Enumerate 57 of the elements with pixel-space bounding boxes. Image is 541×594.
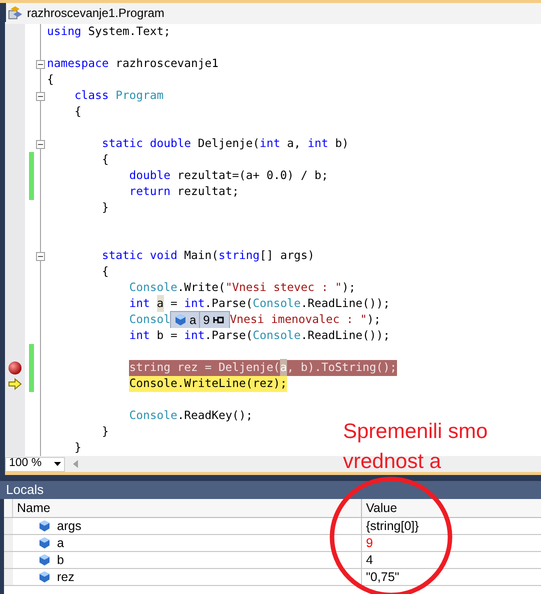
variable-name: args [57,518,82,535]
code-text: int b = int.Parse(Console.ReadLine()); [129,328,390,344]
code-text: } [74,440,82,456]
code-text: static double Deljenje(int a, int b) [102,136,349,152]
annotation-text: Spremenili smo vrednost a [343,419,488,475]
datatip-name: a [189,312,196,329]
code-text: } [102,424,109,440]
code-text: Console.WriteLine(rez); [129,376,288,392]
row-gutter [4,552,13,568]
code-text: { [74,104,82,120]
code-text: Consol [129,312,170,328]
cube-icon [39,554,50,566]
document-tab[interactable]: razhroscevanje1.Program [6,3,541,22]
row-gutter [4,569,13,585]
column-header[interactable]: Name [13,499,362,517]
variable-value: 9 [366,534,373,552]
scroll-left-icon[interactable] [73,460,78,468]
cube-icon [39,537,50,549]
code-text: namespace razhroscevanje1 [47,56,218,72]
glyph-margin[interactable] [5,376,25,392]
code-text: int a = int.Parse(Console.ReadLine()); [129,296,390,312]
variable-value: "0,75" [366,568,400,586]
variable-value: 4 [366,552,373,569]
code-text: double rezultat=(a+ 0.0) / b; [129,168,328,184]
pin-icon[interactable] [212,316,225,324]
column-header[interactable]: Value [362,499,541,517]
collapse-toggle[interactable] [36,252,45,260]
glyph-margin[interactable] [5,360,25,376]
cube-icon [39,571,50,583]
zoom-dropdown[interactable]: 100 % [5,456,65,472]
code-text: { [47,72,54,88]
variable-name: rez [57,568,74,586]
cube-icon [175,314,186,326]
code-text: class Program [74,88,164,104]
code-text: Console.Write("Vnesi stevec : "); [129,280,356,296]
code-text: } [102,200,109,216]
code-text: { [102,152,109,168]
code-text: return rezultat; [129,184,240,200]
collapse-toggle[interactable] [36,60,45,68]
variable-value: {string[0]} [366,518,419,535]
caret-icon [54,462,61,466]
row-gutter [4,535,13,551]
variable-name: a [57,534,64,552]
class-file-icon [8,5,24,20]
code-text: { [102,264,109,280]
cube-icon [39,520,50,532]
code-text: Console.ReadKey(); [129,408,253,424]
breakpoint-icon[interactable] [8,361,22,375]
document-title: razhroscevanje1.Program [27,4,164,22]
panel-title: Locals [6,481,44,500]
code-text: static void Main(string[] args) [102,248,315,264]
code-text: string rez = Deljenje(a, b).ToString(); [129,360,397,376]
code-text: using System.Text; [47,24,170,40]
variable-name: b [57,552,64,569]
collapse-toggle[interactable] [36,92,45,100]
code-text: Vnesi imenovalec : "); [230,312,381,328]
collapse-toggle[interactable] [36,140,45,148]
